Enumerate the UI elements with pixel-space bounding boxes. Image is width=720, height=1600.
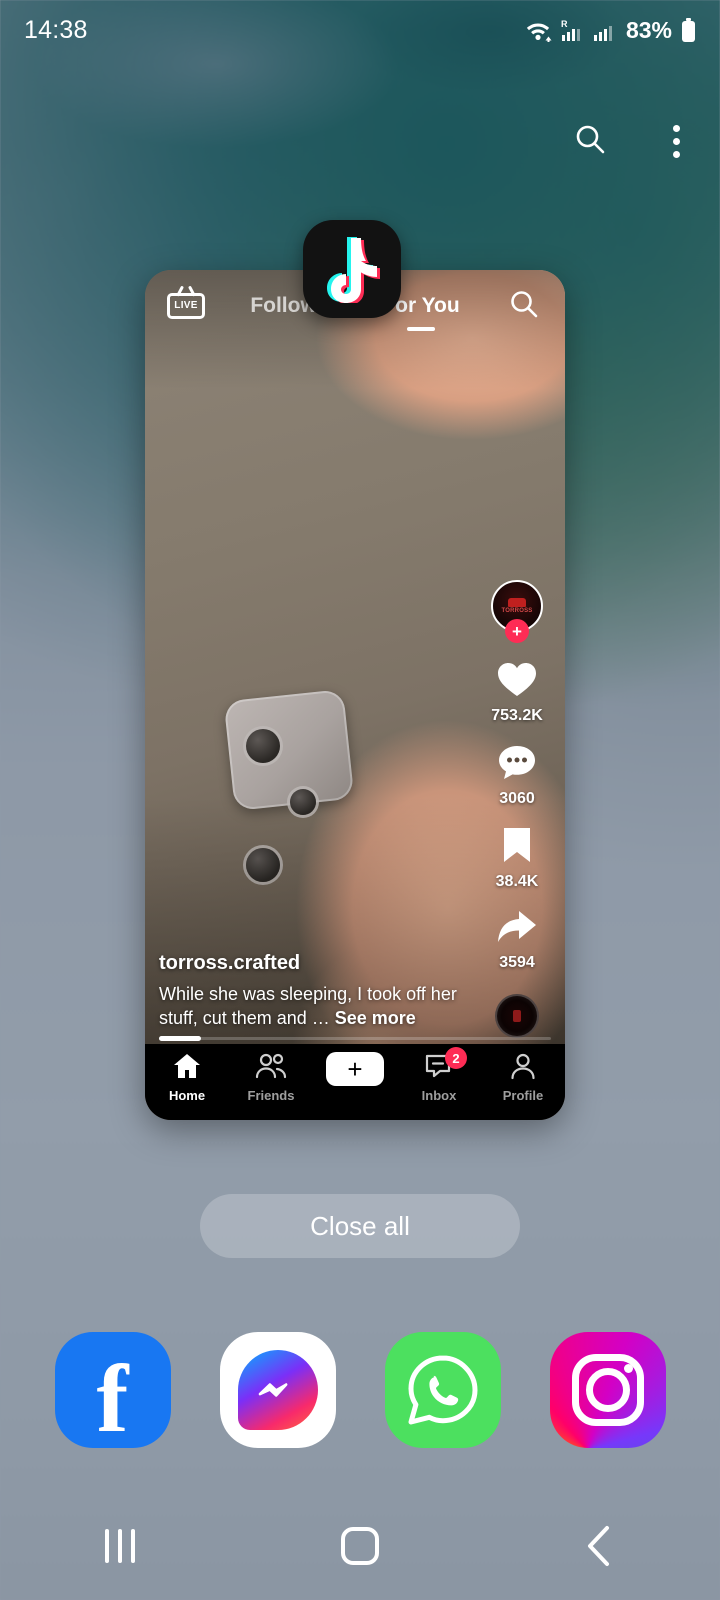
tiktok-search-button[interactable]	[501, 288, 547, 325]
home-button[interactable]	[310, 1511, 410, 1581]
kebab-menu-icon	[672, 124, 680, 158]
status-bar-clock: 14:38	[24, 15, 88, 44]
messenger-bolt-glyph	[258, 1383, 287, 1397]
android-navigation-bar	[0, 1492, 720, 1600]
roaming-signal-icon: R	[561, 18, 584, 42]
author-avatar-wrapper[interactable]: TORROSS +	[491, 580, 543, 643]
recents-header	[564, 115, 702, 167]
share-arrow-icon	[496, 909, 538, 950]
dock-item-instagram[interactable]	[549, 1332, 666, 1448]
nav-label-home: Home	[168, 1088, 206, 1103]
tiktok-action-rail: TORROSS + 753.2K 3060 38.4K 3594	[481, 580, 553, 1038]
recents-search-button[interactable]	[564, 115, 616, 167]
facebook-icon: f	[54, 1332, 171, 1448]
tiktok-note-glyph	[327, 237, 380, 303]
tiktok-caption-block: torross.crafted While she was sleeping, …	[159, 952, 459, 1030]
instagram-camera-glyph	[571, 1354, 644, 1426]
dock-item-messenger[interactable]	[219, 1332, 336, 1448]
signal-icon	[593, 18, 615, 42]
heart-icon	[496, 660, 538, 703]
instagram-icon	[549, 1332, 666, 1448]
comment-count: 3060	[499, 790, 535, 807]
share-button[interactable]: 3594	[496, 909, 538, 972]
like-button[interactable]: 753.2K	[491, 660, 543, 725]
video-progress-bar[interactable]	[159, 1036, 551, 1041]
avatar-logo-text: TORROSS	[501, 608, 533, 614]
bookmark-count: 38.4K	[495, 873, 539, 890]
share-count: 3594	[499, 954, 535, 971]
dock-item-facebook[interactable]: f	[54, 1332, 171, 1448]
status-bar: 14:38 R 83%	[0, 0, 720, 60]
bookmark-button[interactable]: 38.4K	[495, 826, 539, 891]
back-button[interactable]	[550, 1511, 650, 1581]
app-switcher-card-tiktok[interactable]: LIVE Following For You TORROSS + 753.2K …	[145, 270, 565, 1120]
nav-item-inbox[interactable]: 2 Inbox	[397, 1047, 481, 1103]
music-disc-icon[interactable]	[495, 994, 539, 1038]
recents-button[interactable]	[70, 1511, 170, 1581]
live-label: LIVE	[174, 300, 198, 311]
nav-label-friends: Friends	[247, 1088, 295, 1103]
messenger-icon	[219, 1332, 336, 1448]
search-icon	[508, 288, 540, 325]
tiktok-app-icon[interactable]	[303, 220, 401, 318]
tiktok-bottom-nav: Home Friends + 2 Inbox Profile	[145, 1044, 565, 1120]
avatar-logo-mark	[508, 598, 526, 607]
music-note-glyph	[513, 1010, 521, 1022]
nav-item-home[interactable]: Home	[145, 1052, 229, 1103]
profile-icon	[509, 1052, 537, 1085]
recents-overflow-menu-button[interactable]	[650, 115, 702, 167]
author-username[interactable]: torross.crafted	[159, 952, 459, 975]
whatsapp-phone-glyph	[408, 1355, 477, 1425]
follow-button[interactable]: +	[505, 619, 529, 643]
svg-text:R: R	[561, 19, 568, 29]
facebook-f-glyph: f	[96, 1344, 129, 1448]
home-dock: f	[0, 1328, 720, 1452]
like-count: 753.2K	[491, 707, 543, 724]
nav-item-create[interactable]: +	[313, 1052, 397, 1086]
close-all-button[interactable]: Close all	[200, 1194, 520, 1258]
comment-button[interactable]: 3060	[497, 743, 537, 808]
see-more-link[interactable]: See more	[335, 1008, 416, 1028]
whatsapp-icon	[384, 1332, 501, 1448]
wifi-icon	[525, 18, 552, 42]
status-bar-icons: R 83%	[525, 17, 696, 44]
home-icon	[172, 1052, 202, 1085]
nav-item-friends[interactable]: Friends	[229, 1052, 313, 1103]
nav-item-profile[interactable]: Profile	[481, 1052, 565, 1103]
messenger-bubble	[237, 1350, 318, 1430]
bookmark-icon	[500, 826, 534, 869]
nav-label-profile: Profile	[502, 1088, 544, 1103]
tiktok-live-button[interactable]: LIVE	[163, 293, 209, 319]
live-tv-icon: LIVE	[167, 293, 205, 319]
search-icon	[573, 122, 607, 161]
inbox-badge: 2	[445, 1047, 467, 1069]
create-plus-icon[interactable]: +	[320, 1052, 390, 1086]
friends-icon	[255, 1052, 287, 1085]
battery-percent-label: 83%	[625, 16, 672, 43]
nav-label-inbox: Inbox	[421, 1088, 457, 1103]
dock-item-whatsapp[interactable]	[384, 1332, 501, 1448]
battery-icon	[681, 17, 696, 43]
comment-icon	[497, 743, 537, 786]
video-caption: While she was sleeping, I took off her s…	[159, 983, 459, 1030]
back-icon	[588, 1526, 609, 1566]
